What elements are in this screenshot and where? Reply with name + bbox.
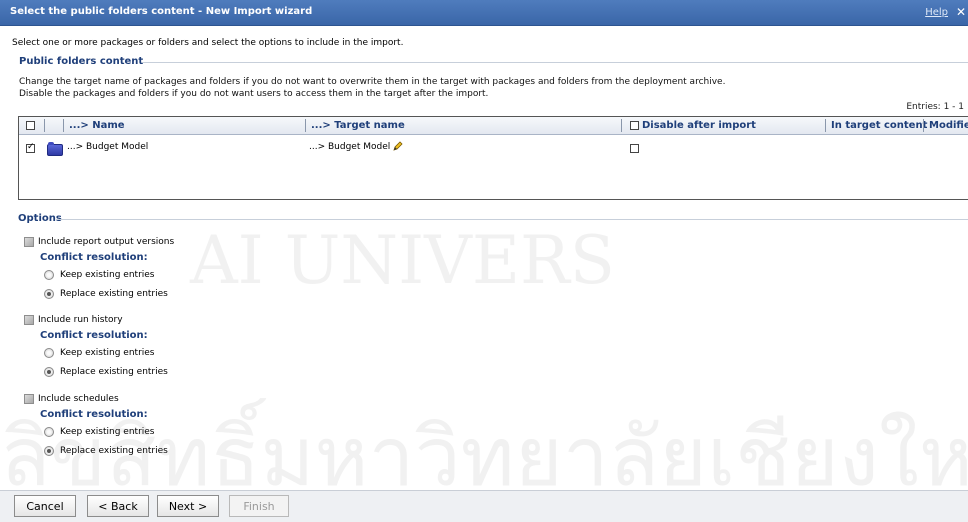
next-button[interactable]: Next > bbox=[157, 495, 219, 517]
public-folders-heading: Public folders content bbox=[19, 56, 144, 67]
section-divider bbox=[142, 62, 968, 63]
edit-pencil-icon[interactable] bbox=[393, 141, 403, 151]
column-target-name[interactable]: ...> Target name bbox=[311, 120, 405, 131]
include-schedules-checkbox[interactable] bbox=[24, 394, 34, 404]
keep-existing-label: Keep existing entries bbox=[60, 270, 155, 280]
package-icon bbox=[47, 142, 63, 156]
public-folders-description-1: Change the target name of packages and f… bbox=[19, 77, 726, 87]
select-all-checkbox[interactable] bbox=[26, 121, 35, 130]
include-run-history-checkbox[interactable] bbox=[24, 315, 34, 325]
table-header: ...> Name ...> Target name Disable after… bbox=[19, 117, 968, 135]
disable-all-checkbox[interactable] bbox=[630, 121, 639, 130]
replace-existing-radio[interactable] bbox=[44, 289, 54, 299]
replace-existing-radio[interactable] bbox=[44, 446, 54, 456]
conflict-resolution-label: Conflict resolution: bbox=[40, 409, 148, 420]
close-icon[interactable]: ✕ bbox=[956, 5, 966, 19]
column-modified[interactable]: Modified bbox=[929, 120, 968, 131]
keep-existing-label: Keep existing entries bbox=[60, 427, 155, 437]
row-select-checkbox[interactable] bbox=[26, 142, 35, 153]
include-schedules-label: Include schedules bbox=[38, 394, 119, 404]
replace-existing-label: Replace existing entries bbox=[60, 367, 168, 377]
wizard-footer: Cancel < Back Next > Finish bbox=[0, 490, 968, 522]
replace-existing-label: Replace existing entries bbox=[60, 446, 168, 456]
column-in-target-content[interactable]: In target content bbox=[831, 120, 927, 131]
replace-existing-label: Replace existing entries bbox=[60, 289, 168, 299]
cancel-button[interactable]: Cancel bbox=[14, 495, 76, 517]
options-heading: Options bbox=[18, 213, 62, 224]
back-button[interactable]: < Back bbox=[87, 495, 149, 517]
wizard-title-bar: Select the public folders content - New … bbox=[0, 0, 968, 26]
watermark-text-latin: AI UNIVERS bbox=[190, 222, 615, 299]
keep-existing-radio[interactable] bbox=[44, 270, 54, 280]
column-disable-after-import[interactable]: Disable after import bbox=[642, 120, 756, 131]
entries-count: Entries: 1 - 1 bbox=[906, 102, 964, 112]
include-run-history-label: Include run history bbox=[38, 315, 123, 325]
finish-button: Finish bbox=[229, 495, 289, 517]
column-name[interactable]: ...> Name bbox=[69, 120, 125, 131]
keep-existing-radio[interactable] bbox=[44, 348, 54, 358]
conflict-resolution-label: Conflict resolution: bbox=[40, 252, 148, 263]
row-target-name: ...> Budget Model bbox=[309, 142, 391, 152]
keep-existing-label: Keep existing entries bbox=[60, 348, 155, 358]
include-report-output-label: Include report output versions bbox=[38, 237, 175, 247]
row-disable-checkbox[interactable] bbox=[630, 144, 639, 153]
intro-text: Select one or more packages or folders a… bbox=[12, 38, 404, 48]
conflict-resolution-label: Conflict resolution: bbox=[40, 330, 148, 341]
replace-existing-radio[interactable] bbox=[44, 367, 54, 377]
wizard-title: Select the public folders content - New … bbox=[10, 6, 313, 17]
packages-table: ...> Name ...> Target name Disable after… bbox=[18, 116, 968, 200]
keep-existing-radio[interactable] bbox=[44, 427, 54, 437]
include-report-output-checkbox[interactable] bbox=[24, 237, 34, 247]
public-folders-description-2: Disable the packages and folders if you … bbox=[19, 89, 489, 99]
options-divider bbox=[58, 219, 968, 220]
help-link[interactable]: Help bbox=[925, 7, 948, 18]
row-name[interactable]: ...> Budget Model bbox=[67, 142, 148, 152]
